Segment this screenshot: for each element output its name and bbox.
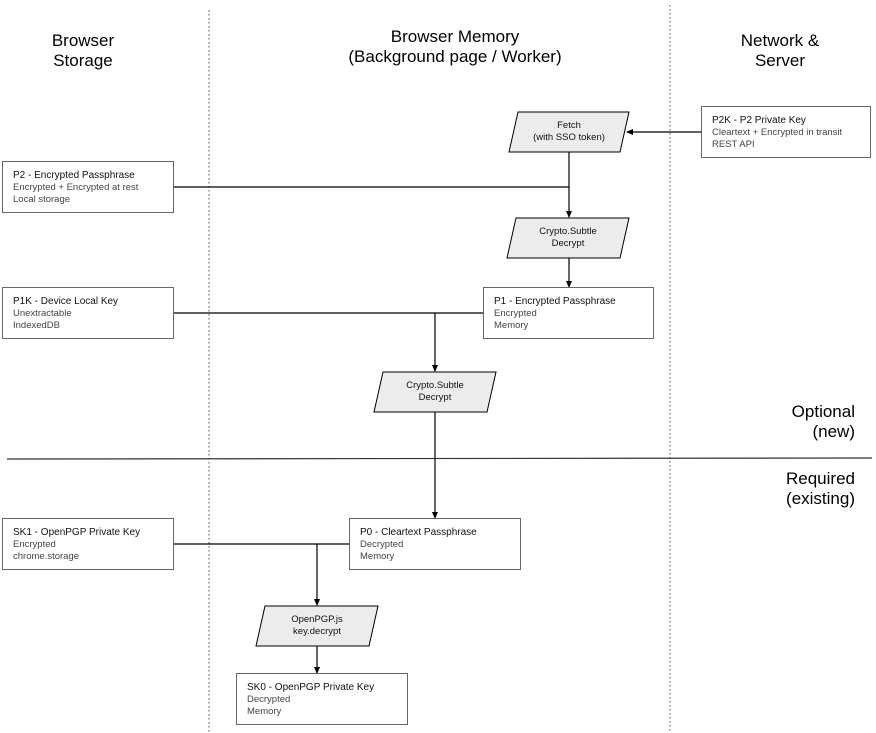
- node-p1k-line-2: IndexedDB: [13, 320, 61, 331]
- node-p1k-title: P1K - Device Local Key: [13, 296, 119, 307]
- node-sk0-line-1: Decrypted: [247, 694, 291, 705]
- node-p2-line-1: Encrypted + Encrypted at rest: [13, 182, 139, 193]
- node-p0: P0 - Cleartext Passphrase Decrypted Memo…: [349, 518, 521, 570]
- node-sk0: SK0 - OpenPGP Private Key Decrypted Memo…: [236, 673, 408, 725]
- node-p1-line-1: Encrypted: [494, 308, 537, 319]
- fetch-process-label: Fetch (with SSO token): [533, 120, 605, 143]
- node-sk1-title: SK1 - OpenPGP Private Key: [13, 527, 141, 538]
- lane-title-browser-memory: Browser Memory (Background page / Worker…: [348, 27, 562, 66]
- node-sk1-line-1: Encrypted: [13, 539, 56, 550]
- node-p2k: P2K - P2 Private Key Cleartext + Encrypt…: [701, 106, 871, 158]
- node-p2-title: P2 - Encrypted Passphrase: [13, 170, 135, 181]
- node-p2k-line-2: REST API: [712, 139, 755, 150]
- node-sk0-line-2: Memory: [247, 706, 282, 717]
- node-p1-title: P1 - Encrypted Passphrase: [494, 296, 616, 307]
- node-p0-line-1: Decrypted: [360, 539, 404, 550]
- decrypt1-process-label: Crypto.Subtle Decrypt: [539, 226, 597, 249]
- node-p2: P2 - Encrypted Passphrase Encrypted + En…: [2, 161, 174, 213]
- section-divider: [6, 457, 873, 460]
- node-p2-line-2: Local storage: [13, 194, 71, 205]
- node-sk1-line-2: chrome.storage: [13, 551, 80, 562]
- node-sk0-title: SK0 - OpenPGP Private Key: [247, 682, 375, 693]
- lane-title-network-server: Network & Server: [740, 31, 820, 70]
- node-p0-line-2: Memory: [360, 551, 395, 562]
- section-label-required: Required (existing): [786, 469, 855, 508]
- node-p2k-line-1: Cleartext + Encrypted in transit: [712, 127, 843, 138]
- node-p0-title: P0 - Cleartext Passphrase: [360, 527, 477, 538]
- section-label-optional: Optional (new): [791, 402, 855, 441]
- node-p1-line-2: Memory: [494, 320, 529, 331]
- node-p2k-title: P2K - P2 Private Key: [712, 115, 806, 126]
- openpgp-process-label: OpenPGP.js key.decrypt: [291, 614, 343, 637]
- node-sk1: SK1 - OpenPGP Private Key Encrypted chro…: [2, 518, 174, 570]
- node-p1k-line-1: Unextractable: [13, 308, 72, 319]
- lane-title-browser-storage: Browser Storage: [51, 31, 115, 70]
- decrypt2-process-label: Crypto.Subtle Decrypt: [406, 380, 464, 403]
- node-p1: P1 - Encrypted Passphrase Encrypted Memo…: [483, 287, 654, 339]
- node-p1k: P1K - Device Local Key Unextractable Ind…: [2, 287, 174, 339]
